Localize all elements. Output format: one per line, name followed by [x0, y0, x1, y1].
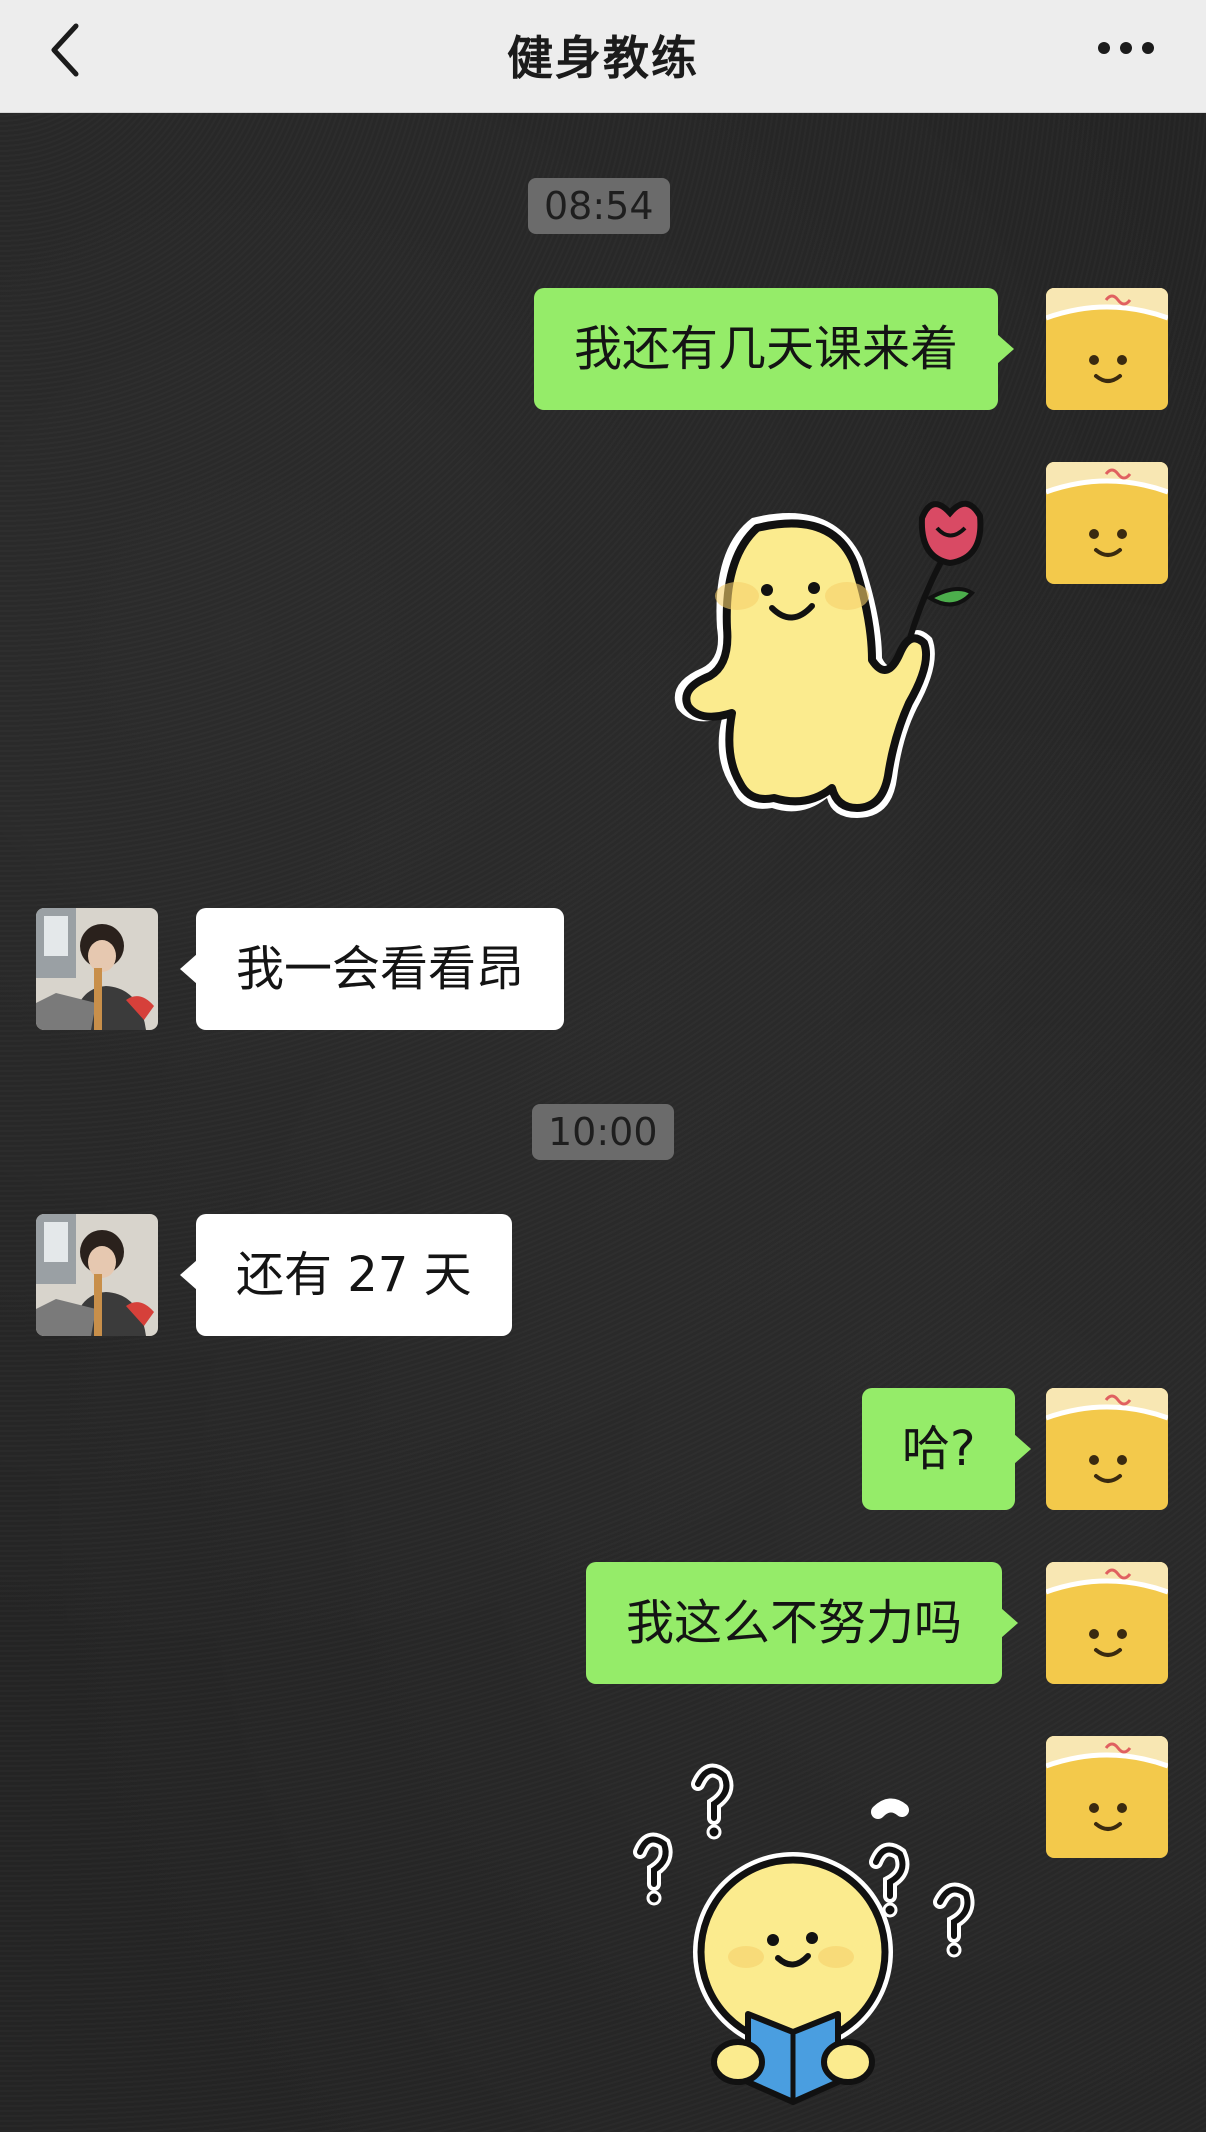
smiley-avatar-icon	[1046, 288, 1168, 410]
my-avatar[interactable]	[1046, 1736, 1168, 1858]
ellipsis-icon	[1098, 42, 1154, 54]
chat-title: 健身教练	[507, 31, 699, 85]
smiling-blob-holding-flower-icon	[674, 500, 984, 818]
my-avatar[interactable]	[1046, 1562, 1168, 1684]
more-options-button[interactable]	[1096, 38, 1156, 58]
smiley-avatar-icon	[1046, 1388, 1168, 1510]
incoming-message[interactable]: 还有 27 天	[180, 1214, 512, 1336]
incoming-message[interactable]: 我一会看看昂	[179, 908, 565, 1030]
contact-avatar[interactable]	[36, 1214, 158, 1336]
outgoing-message[interactable]: 我还有几天课来着	[534, 288, 1015, 410]
flower-sticker[interactable]	[632, 488, 1002, 832]
question-sticker[interactable]	[628, 1752, 1008, 2132]
smiley-avatar-icon	[1046, 462, 1168, 584]
timestamp: 08:54	[528, 178, 670, 234]
timestamp: 10:00	[532, 1104, 674, 1160]
contact-avatar[interactable]	[36, 908, 158, 1030]
my-avatar[interactable]	[1046, 1388, 1168, 1510]
header-bar: 健身教练	[0, 0, 1206, 113]
contact-photo-icon	[36, 1214, 158, 1336]
my-avatar[interactable]	[1046, 462, 1168, 584]
outgoing-message[interactable]: 哈?	[862, 1388, 1033, 1510]
my-avatar[interactable]	[1046, 288, 1168, 410]
reading-blob-question-marks-icon	[633, 1763, 975, 2105]
smiley-avatar-icon	[1046, 1736, 1168, 1858]
smiley-avatar-icon	[1046, 1562, 1168, 1684]
chat-screen: 健身教练 08:54 我还有几天课来着 我一会看看昂 10:00 还有 27 天…	[0, 0, 1206, 2132]
outgoing-message[interactable]: 我这么不努力吗	[586, 1562, 1019, 1684]
contact-photo-icon	[36, 908, 158, 1030]
